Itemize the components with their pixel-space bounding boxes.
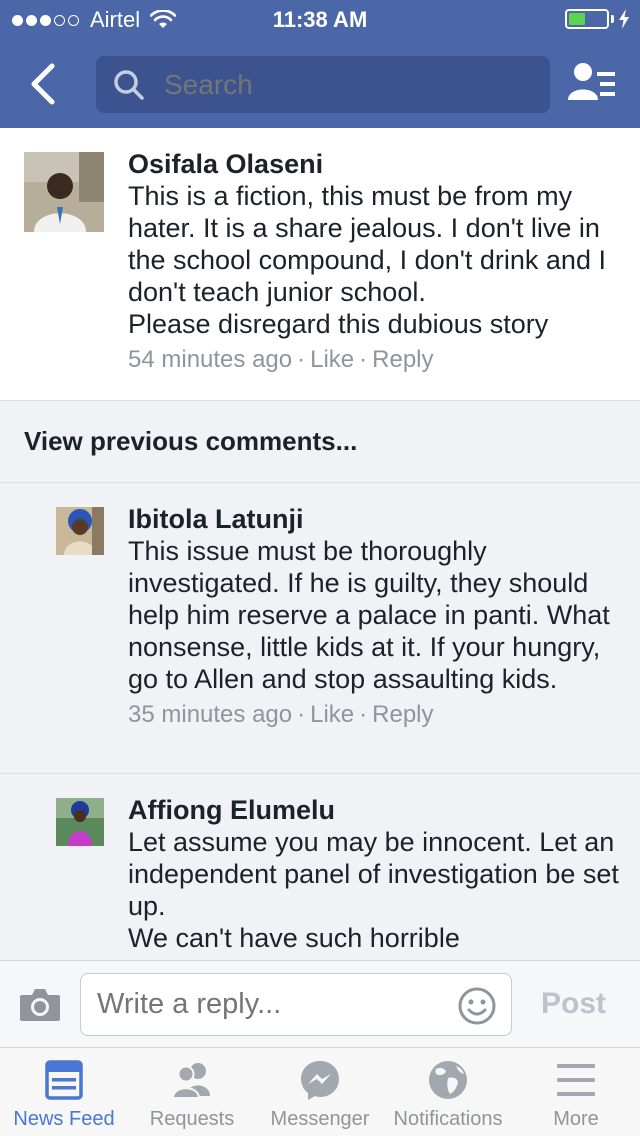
camera-button[interactable] — [18, 985, 62, 1025]
status-bar: Airtel 11:38 AM — [0, 0, 640, 40]
reply-comment: Ibitola Latunji This issue must be thoro… — [0, 483, 640, 774]
tab-more[interactable]: More — [512, 1048, 640, 1136]
tab-label: Notifications — [393, 1108, 503, 1130]
requests-icon — [171, 1063, 210, 1099]
comment-body: Osifala Olaseni This is a fiction, this … — [128, 148, 628, 376]
meta-separator: · — [297, 346, 306, 373]
comment-author[interactable]: Ibitola Latunji — [128, 503, 628, 535]
messenger-icon — [301, 1061, 339, 1100]
reply-comment: Affiong Elumelu Let assume you may be in… — [0, 774, 640, 960]
tab-bar: News Feed Requests Messenger Notificatio… — [0, 1048, 640, 1136]
comment-text: This is a fiction, this must be from my … — [128, 181, 606, 339]
friend-requests-icon — [568, 63, 615, 100]
charging-bolt-icon — [619, 9, 629, 29]
battery-cap — [611, 15, 614, 23]
search-icon — [114, 69, 144, 100]
battery-indicator — [565, 9, 630, 29]
chevron-left-icon — [31, 63, 55, 105]
comment: Osifala Olaseni This is a fiction, this … — [0, 128, 640, 401]
tab-label: News Feed — [13, 1108, 115, 1130]
comments-thread: Osifala Olaseni This is a fiction, this … — [0, 128, 640, 960]
tab-requests[interactable]: Requests — [128, 1048, 256, 1136]
like-link[interactable]: Like — [310, 701, 354, 728]
battery-fill — [569, 13, 586, 25]
avatar[interactable] — [56, 507, 104, 555]
avatar-image — [56, 507, 104, 555]
back-button[interactable] — [20, 58, 68, 110]
friend-requests-button[interactable] — [566, 60, 618, 108]
tab-label: Messenger — [270, 1108, 370, 1130]
comment-author[interactable]: Osifala Olaseni — [128, 148, 628, 180]
menu-icon — [557, 1064, 595, 1096]
avatar[interactable] — [56, 798, 104, 846]
meta-separator: · — [359, 701, 368, 728]
camera-icon — [20, 989, 60, 1021]
smiley-icon[interactable] — [457, 986, 497, 1026]
post-button[interactable]: Post — [541, 987, 606, 1021]
tab-label: More — [553, 1108, 599, 1130]
comment-time[interactable]: 54 minutes ago — [128, 346, 292, 373]
comment-meta: 35 minutes ago · Like · Reply — [128, 699, 628, 731]
comment-meta: 54 minutes ago · Like · Reply — [128, 344, 628, 376]
battery-icon — [565, 9, 609, 29]
avatar-image — [56, 798, 104, 846]
meta-separator: · — [359, 346, 368, 373]
reply-link[interactable]: Reply — [372, 701, 433, 728]
app-header: Airtel 11:38 AM — [0, 0, 640, 128]
comment-text: Let assume you may be innocent. Let an i… — [128, 827, 619, 953]
avatar-image — [24, 152, 104, 232]
comment-body: Ibitola Latunji This issue must be thoro… — [128, 503, 628, 731]
reply-link[interactable]: Reply — [372, 346, 433, 373]
reply-input-box[interactable] — [80, 973, 512, 1036]
view-previous-comments[interactable]: View previous comments... — [0, 401, 640, 483]
news-feed-icon — [45, 1060, 83, 1100]
reply-composer: Post — [0, 960, 640, 1048]
comment-author[interactable]: Affiong Elumelu — [128, 794, 628, 826]
search-input[interactable] — [164, 68, 524, 101]
tab-label: Requests — [149, 1108, 235, 1130]
tab-notifications[interactable]: Notifications — [384, 1048, 512, 1136]
tab-messenger[interactable]: Messenger — [256, 1048, 384, 1136]
status-time: 11:38 AM — [272, 7, 368, 32]
reply-input[interactable] — [97, 988, 437, 1021]
comment-text: This issue must be thoroughly investigat… — [128, 536, 610, 694]
like-link[interactable]: Like — [310, 346, 354, 373]
avatar[interactable] — [24, 152, 104, 232]
comment-body: Affiong Elumelu Let assume you may be in… — [128, 794, 628, 954]
meta-separator: · — [297, 701, 306, 728]
search-bar[interactable] — [96, 56, 550, 113]
tab-news-feed[interactable]: News Feed — [0, 1048, 128, 1136]
comment-time[interactable]: 35 minutes ago — [128, 701, 292, 728]
globe-icon — [429, 1061, 467, 1099]
